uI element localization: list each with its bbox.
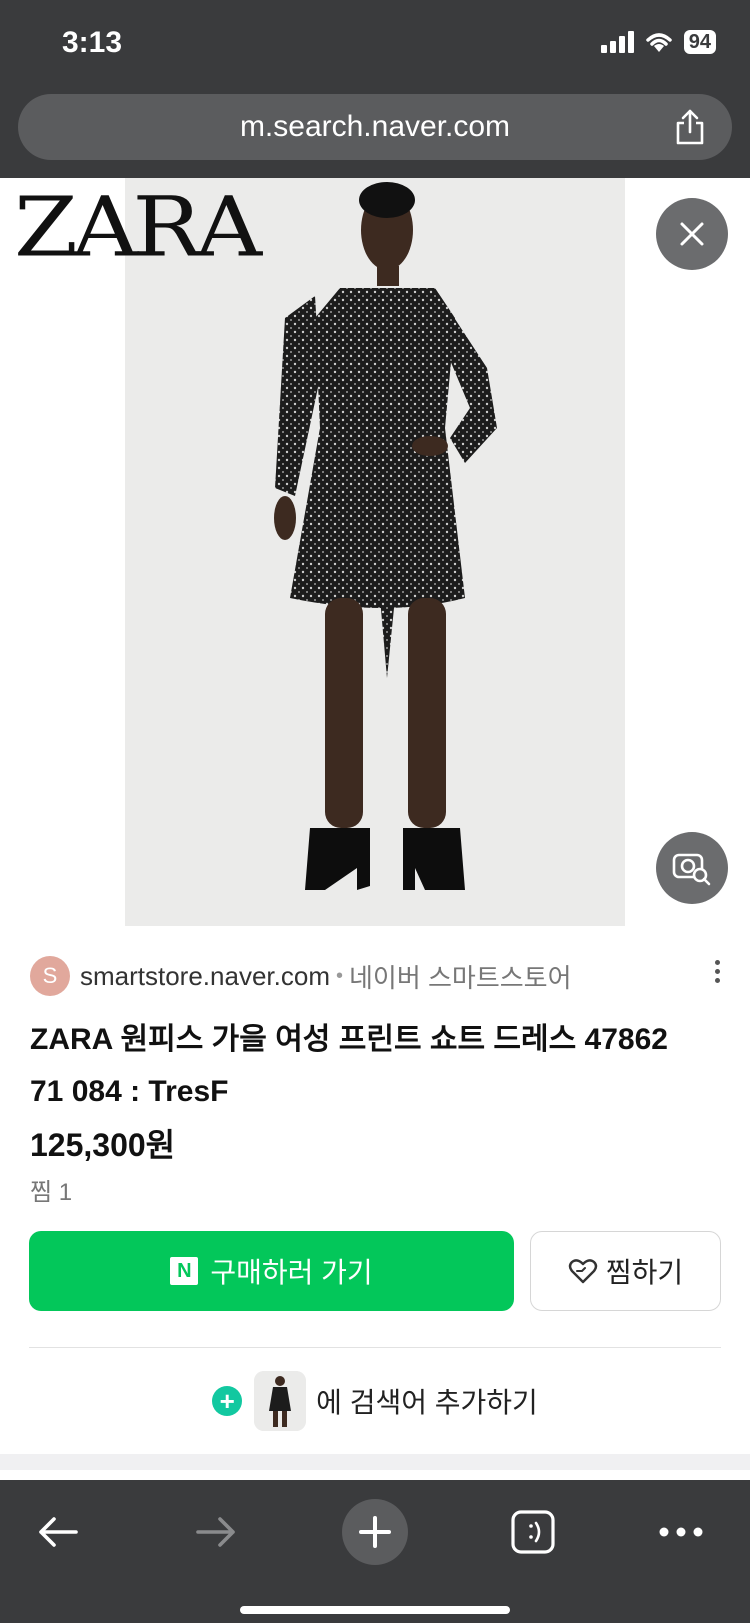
status-time: 3:13: [62, 26, 123, 59]
search-thumbnail: [254, 1371, 307, 1431]
tabs-icon: [511, 1510, 555, 1554]
close-icon: [680, 222, 704, 246]
url-text: m.search.naver.com: [239, 110, 511, 143]
forward-arrow-icon: [196, 1517, 235, 1547]
naver-pay-icon: N: [170, 1257, 199, 1285]
tabs-button[interactable]: [508, 1502, 558, 1562]
like-button-label: 찜하기: [605, 1257, 684, 1288]
battery-indicator: 94: [683, 30, 716, 54]
close-button[interactable]: [656, 198, 728, 270]
lens-search-button[interactable]: [656, 832, 728, 904]
status-bar: 3:13 94: [0, 0, 750, 88]
page: 3:13 94 m.search.naver.com ZARA S smarts…: [0, 0, 750, 1623]
forward-button[interactable]: [188, 1502, 244, 1562]
product-title[interactable]: ZARA 원피스 가을 여성 프린트 쇼트 드레스 47862 71 084 :…: [30, 1014, 730, 1118]
brand-logo: ZARA: [14, 178, 262, 276]
add-search-label: 에 검색어 추가하기: [316, 1387, 538, 1418]
source-row[interactable]: S smartstore.naver.com • 네이버 스마트스토어: [30, 956, 572, 996]
source-domain: smartstore.naver.com: [80, 960, 330, 991]
image-viewer: ZARA: [0, 178, 750, 926]
new-tab-button[interactable]: [342, 1499, 408, 1565]
new-tab-icon: [359, 1516, 391, 1548]
browser-toolbar: m.search.naver.com: [0, 88, 750, 178]
product-price: 125,300원: [30, 1127, 176, 1163]
plus-icon: +: [212, 1386, 243, 1416]
back-button[interactable]: [30, 1502, 86, 1562]
product-title-line1: ZARA 원피스 가을 여성 프린트 쇼트 드레스 47862: [30, 1023, 668, 1056]
model-illustration: [125, 178, 625, 926]
section-separator: [0, 1454, 750, 1470]
status-icons: 94: [600, 30, 716, 54]
product-photo[interactable]: [125, 178, 625, 926]
like-button[interactable]: 찜하기: [530, 1231, 721, 1311]
source-separator: •: [335, 964, 343, 987]
source-avatar: S: [30, 956, 70, 996]
product-title-line2: 71 084 : TresF: [30, 1075, 229, 1108]
browser-bottom-toolbar: [0, 1480, 750, 1623]
heart-icon: [568, 1259, 598, 1284]
home-indicator: [240, 1606, 510, 1614]
add-search-term-button[interactable]: + 에 검색어 추가하기: [0, 1368, 750, 1434]
more-vertical-icon[interactable]: [715, 960, 720, 987]
back-arrow-icon: [39, 1517, 78, 1547]
buy-button[interactable]: N 구매하러 가기: [29, 1231, 514, 1311]
divider: [29, 1347, 721, 1348]
like-count: 찜 1: [30, 1179, 73, 1206]
more-horizontal-icon: [659, 1527, 703, 1537]
signal-icon: [600, 31, 634, 53]
address-bar[interactable]: m.search.naver.com: [18, 94, 732, 160]
wifi-icon: [646, 33, 672, 52]
share-icon[interactable]: [672, 108, 708, 146]
more-horizontal-button[interactable]: [656, 1502, 706, 1562]
buy-button-label: 구매하러 가기: [210, 1257, 373, 1288]
source-store: 네이버 스마트스토어: [349, 962, 572, 993]
lens-search-icon: [672, 853, 711, 886]
